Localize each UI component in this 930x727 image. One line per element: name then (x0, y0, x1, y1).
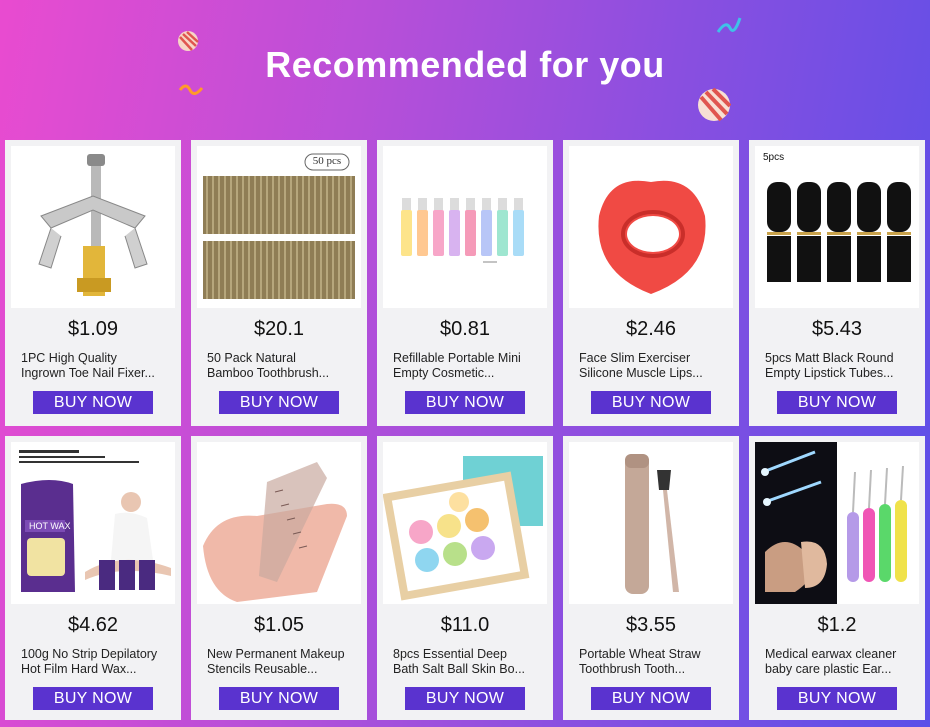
makeup-stencil-image[interactable] (197, 442, 361, 604)
product-name[interactable]: New Permanent Makeup Stencils Reusable..… (207, 647, 355, 677)
product-price: $1.09 (67, 318, 119, 340)
product-name[interactable]: 8pcs Essential Deep Bath Salt Ball Skin … (393, 647, 541, 677)
product-card[interactable]: HOT WAX $4.62 100g No Strip Depilatory H… (5, 436, 181, 720)
product-card[interactable]: $1.2 Medical earwax cleaner baby care pl… (749, 436, 925, 720)
product-price: $20.1 (253, 318, 305, 340)
header-banner: Recommended for you (0, 0, 930, 140)
product-name[interactable]: Face Slim Exerciser Silicone Muscle Lips… (579, 351, 727, 381)
buy-now-button[interactable]: BUY NOW (777, 391, 897, 414)
confetti-icon (716, 17, 742, 33)
hot-wax-image[interactable]: HOT WAX (11, 442, 175, 604)
cosmetic-bottles-image[interactable] (383, 146, 547, 308)
product-price: $2.46 (625, 318, 677, 340)
candy-ball-icon (698, 88, 731, 122)
product-card[interactable]: $11.0 8pcs Essential Deep Bath Salt Ball… (377, 436, 553, 720)
product-name[interactable]: Medical earwax cleaner baby care plastic… (765, 647, 913, 677)
product-price: $4.62 (67, 614, 119, 636)
product-price: $5.43 (811, 318, 863, 340)
toothbrush-pack-image[interactable]: 50 pcs (197, 146, 361, 308)
buy-now-button[interactable]: BUY NOW (219, 391, 339, 414)
buy-now-button[interactable]: BUY NOW (33, 391, 153, 414)
product-name[interactable]: Portable Wheat Straw Toothbrush Tooth... (579, 647, 727, 677)
product-price: $1.05 (253, 614, 305, 636)
product-card[interactable]: 50 pcs $20.1 50 Pack Natural Bamboo Toot… (191, 140, 367, 426)
product-name[interactable]: Refillable Portable Mini Empty Cosmetic.… (393, 351, 541, 381)
pack-count-badge: 50 pcs (312, 155, 342, 167)
product-price: $1.2 (817, 614, 857, 636)
pack-count-badge: 5pcs (763, 152, 785, 163)
buy-now-button[interactable]: BUY NOW (405, 391, 525, 414)
product-price: $11.0 (440, 614, 490, 636)
product-card[interactable]: $1.05 New Permanent Makeup Stencils Reus… (191, 436, 367, 720)
nail-fixer-image[interactable] (11, 146, 175, 308)
page-title: Recommended for you (265, 44, 665, 85)
product-name[interactable]: 100g No Strip Depilatory Hot Film Hard W… (21, 647, 169, 677)
product-price: $0.81 (439, 318, 491, 340)
bath-bombs-image[interactable] (383, 442, 547, 604)
buy-now-button[interactable]: BUY NOW (591, 687, 711, 710)
earwax-cleaner-image[interactable] (755, 442, 919, 604)
buy-now-button[interactable]: BUY NOW (405, 687, 525, 710)
product-name[interactable]: 5pcs Matt Black Round Empty Lipstick Tub… (765, 351, 913, 381)
product-name[interactable]: 1PC High Quality Ingrown Toe Nail Fixer.… (21, 351, 169, 381)
lip-exerciser-image[interactable] (569, 146, 733, 308)
product-card[interactable]: 5pcs $5.43 5pcs Matt Black Round Empty L… (749, 140, 925, 426)
product-price: $3.55 (625, 614, 677, 636)
product-card[interactable]: $3.55 Portable Wheat Straw Toothbrush To… (563, 436, 739, 720)
straw-toothbrush-image[interactable] (569, 442, 733, 604)
buy-now-button[interactable]: BUY NOW (33, 687, 153, 710)
product-name[interactable]: 50 Pack Natural Bamboo Toothbrush... (207, 351, 355, 381)
wax-label: HOT WAX (29, 521, 71, 531)
product-grid: $1.09 1PC High Quality Ingrown Toe Nail … (5, 140, 925, 720)
buy-now-button[interactable]: BUY NOW (219, 687, 339, 710)
buy-now-button[interactable]: BUY NOW (777, 687, 897, 710)
lipstick-tubes-image[interactable]: 5pcs (755, 146, 919, 308)
product-card[interactable]: $2.46 Face Slim Exerciser Silicone Muscl… (563, 140, 739, 426)
product-card[interactable]: $0.81 Refillable Portable Mini Empty Cos… (377, 140, 553, 426)
buy-now-button[interactable]: BUY NOW (591, 391, 711, 414)
product-card[interactable]: $1.09 1PC High Quality Ingrown Toe Nail … (5, 140, 181, 426)
